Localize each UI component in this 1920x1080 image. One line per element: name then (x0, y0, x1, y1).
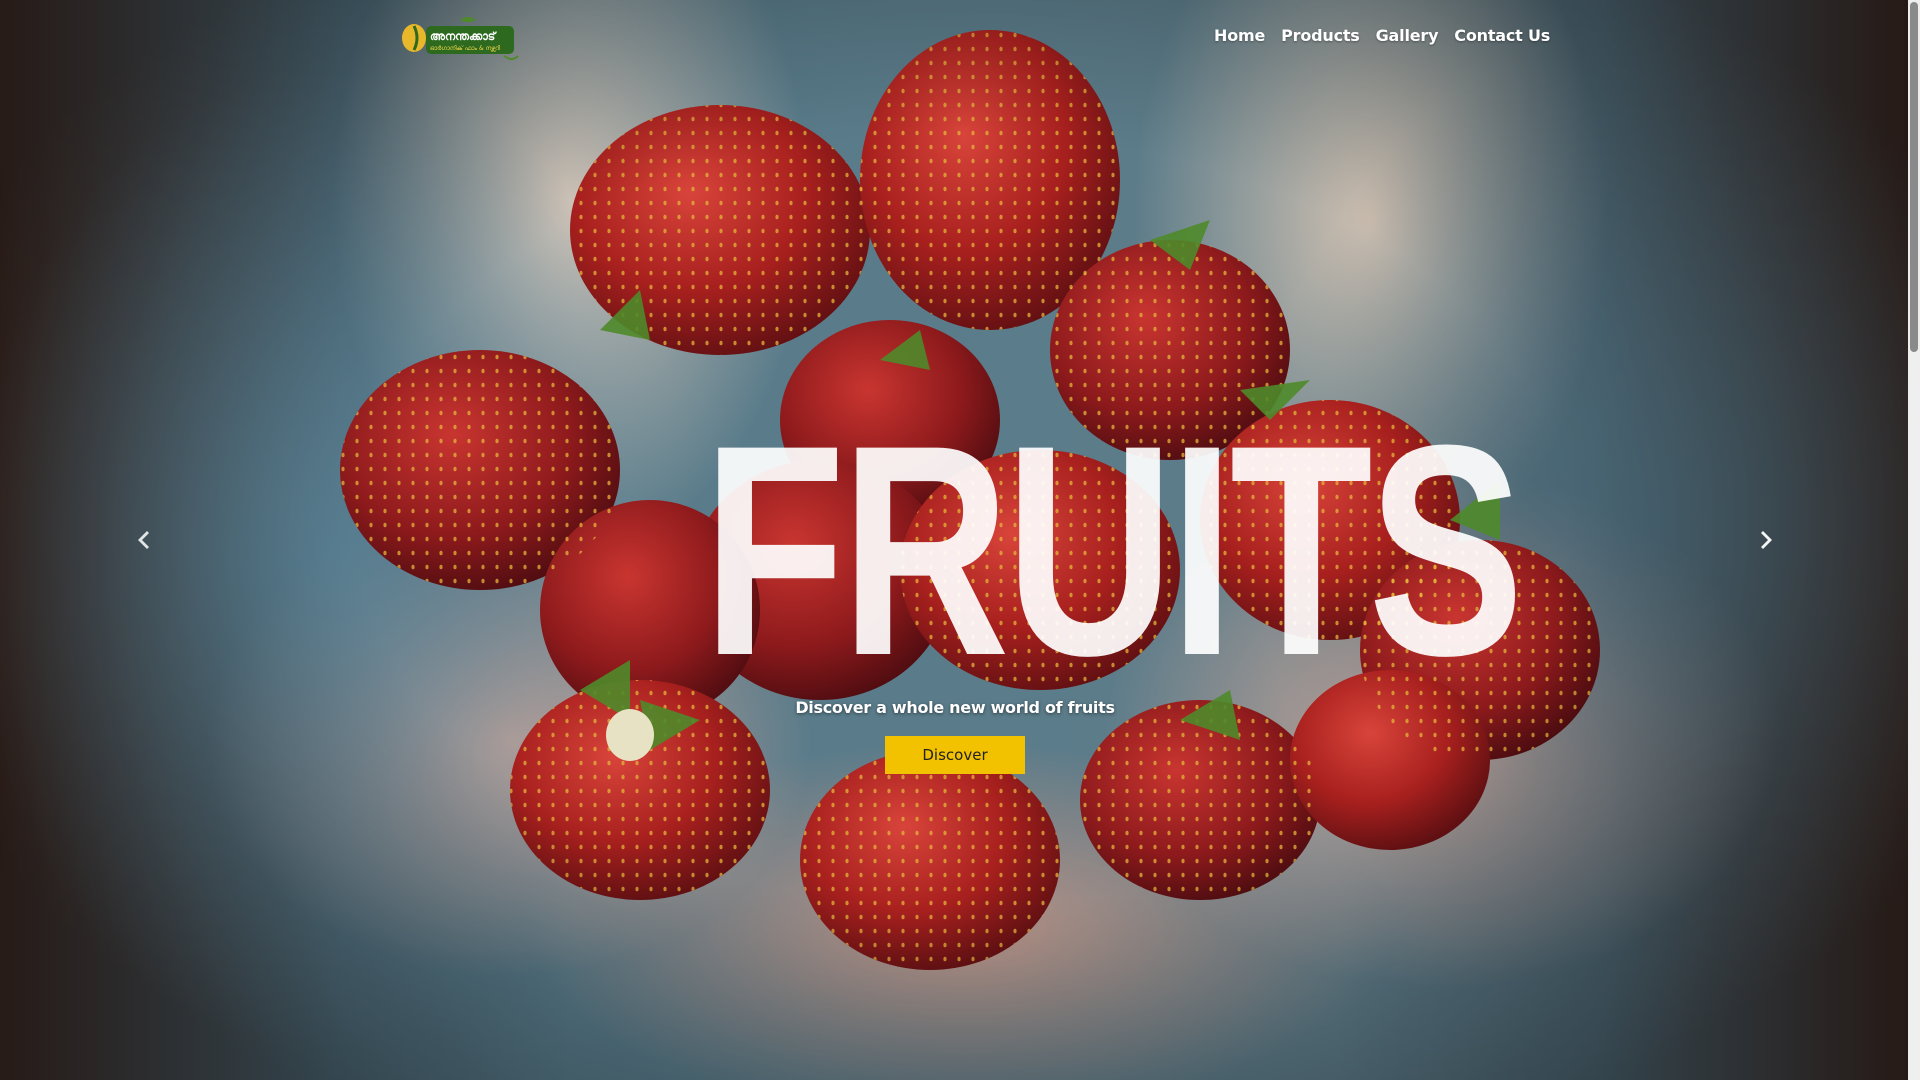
nav-home-link[interactable]: Home (1214, 26, 1265, 45)
logo-subtext: ഓർഗാനിക് ഫാം & നഴ്സറി (430, 45, 501, 53)
page-scrollbar[interactable] (1908, 0, 1920, 1080)
chevron-left-icon (138, 531, 149, 549)
nav-contact-link[interactable]: Contact Us (1454, 26, 1550, 45)
nav-gallery-link[interactable]: Gallery (1376, 26, 1439, 45)
hero-tagline: Discover a whole new world of fruits (795, 698, 1115, 717)
discover-button[interactable]: Discover (885, 736, 1025, 774)
logo-text: അനന്തക്കാട് (430, 30, 497, 43)
nav-products-link[interactable]: Products (1281, 26, 1360, 45)
chevron-right-icon (1761, 531, 1772, 549)
carousel-prev-button[interactable] (131, 528, 155, 552)
scrollbar-thumb[interactable] (1910, 2, 1918, 352)
carousel-next-button[interactable] (1755, 528, 1779, 552)
hero-headline: FRUITS (702, 382, 1525, 718)
brand-logo[interactable]: അനന്തക്കാട് ഓർഗാനിക് ഫാം & നഴ്സറി (400, 12, 520, 64)
main-nav: Home Products Gallery Contact Us (1214, 26, 1550, 45)
